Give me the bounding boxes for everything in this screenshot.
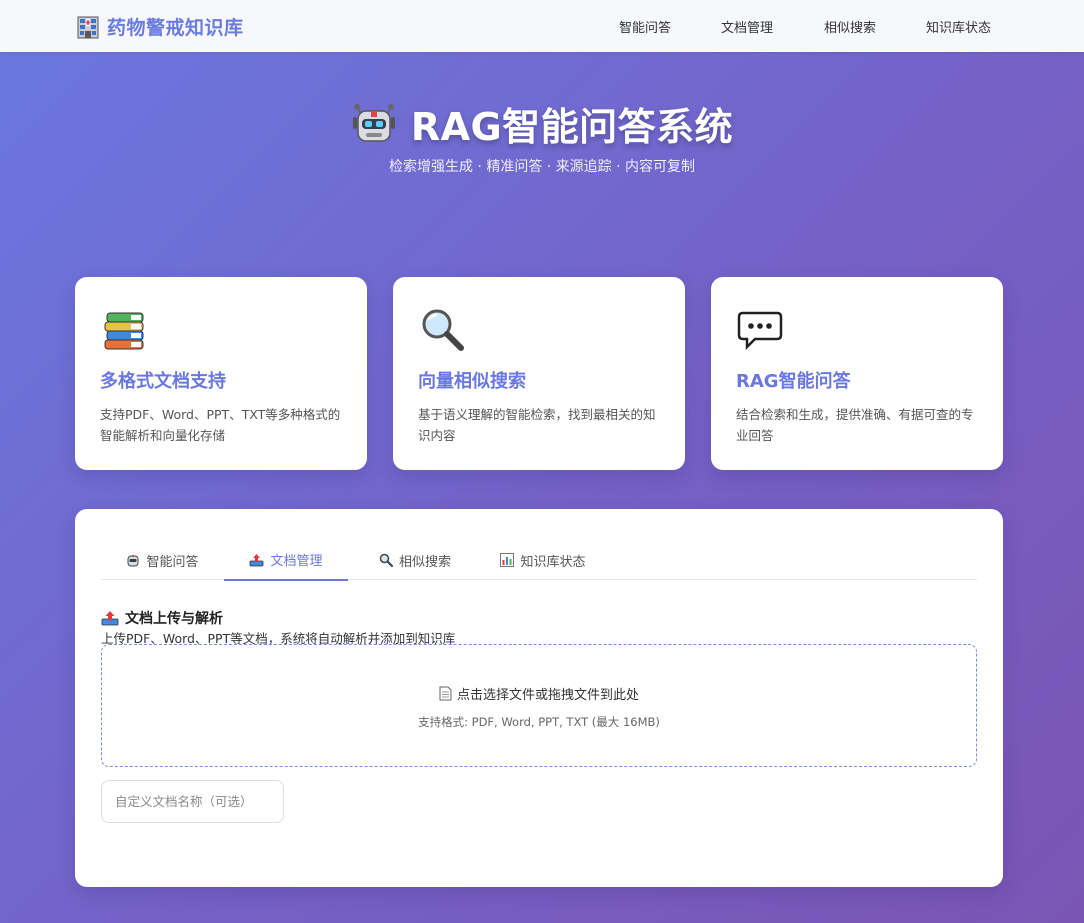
robot-icon xyxy=(126,553,140,567)
document-name-input[interactable] xyxy=(101,780,284,823)
feature-title: RAG智能问答 xyxy=(736,371,851,392)
brand[interactable]: 药物警戒知识库 xyxy=(77,13,244,40)
bar-chart-icon xyxy=(500,553,515,567)
tab-label: 相似搜索 xyxy=(398,554,451,570)
feature-desc: 结合检索和生成，提供准确、有据可查的专业回答 xyxy=(736,407,974,443)
nav-link-status[interactable]: 知识库状态 xyxy=(926,17,991,36)
main-panel: 智能问答 文档管理 相似搜索 知识库状态 文档上传与解析 上传PDF、Word、… xyxy=(75,509,1003,887)
feature-desc: 基于语义理解的智能检索，找到最相关的知识内容 xyxy=(418,407,656,443)
tab-status[interactable]: 知识库状态 xyxy=(481,540,605,580)
dropzone-main: 点击选择文件或拖拽文件到此处 xyxy=(102,684,976,703)
upload-tray-icon xyxy=(101,610,119,626)
robot-icon xyxy=(351,99,397,149)
brand-title: 药物警戒知识库 xyxy=(107,17,244,39)
feature-title: 多格式文档支持 xyxy=(100,371,226,392)
magnifier-icon xyxy=(379,553,393,567)
hero: RAG智能问答系统 xyxy=(0,96,1084,151)
speech-bubble-icon xyxy=(737,307,783,353)
tab-label: 文档管理 xyxy=(270,554,323,569)
document-icon xyxy=(439,686,452,701)
hero-subtitle: 检索增强生成 · 精准问答 · 来源追踪 · 内容可复制 xyxy=(388,159,696,175)
hospital-icon xyxy=(77,15,99,39)
dropzone-hint: 支持格式: PDF, Word, PPT, TXT (最大 16MB) xyxy=(418,715,660,729)
hero-title: RAG智能问答系统 xyxy=(410,105,734,149)
upload-tray-icon xyxy=(249,553,264,567)
feature-card-formats: 多格式文档支持 支持PDF、Word、PPT、TXT等多种格式的智能解析和向量化… xyxy=(75,277,367,470)
tab-docs[interactable]: 文档管理 xyxy=(224,540,348,581)
feature-desc: 支持PDF、Word、PPT、TXT等多种格式的智能解析和向量化存储 xyxy=(100,407,341,443)
books-icon xyxy=(101,307,147,353)
feature-title: 向量相似搜索 xyxy=(418,371,526,392)
feature-card-rag: RAG智能问答 结合检索和生成，提供准确、有据可查的专业回答 xyxy=(711,277,1003,470)
tab-bar: 智能问答 文档管理 相似搜索 知识库状态 xyxy=(101,540,977,581)
nav-link-qa[interactable]: 智能问答 xyxy=(619,17,671,36)
nav-link-search[interactable]: 相似搜索 xyxy=(824,17,876,36)
upload-section-title: 文档上传与解析 xyxy=(101,608,223,628)
nav-link-docs[interactable]: 文档管理 xyxy=(721,17,773,36)
feature-card-search: 向量相似搜索 基于语义理解的智能检索，找到最相关的知识内容 xyxy=(393,277,685,470)
upload-title-text: 文档上传与解析 xyxy=(125,611,223,627)
file-dropzone[interactable]: 点击选择文件或拖拽文件到此处 支持格式: PDF, Word, PPT, TXT… xyxy=(101,644,977,767)
dropzone-text: 点击选择文件或拖拽文件到此处 xyxy=(456,688,639,703)
tab-qa[interactable]: 智能问答 xyxy=(101,540,224,580)
tab-label: 知识库状态 xyxy=(520,554,586,570)
tab-search[interactable]: 相似搜索 xyxy=(359,540,471,580)
tab-label: 智能问答 xyxy=(146,554,199,570)
magnifier-icon xyxy=(419,307,465,353)
top-navbar: 药物警戒知识库 智能问答 文档管理 相似搜索 知识库状态 xyxy=(0,0,1084,52)
